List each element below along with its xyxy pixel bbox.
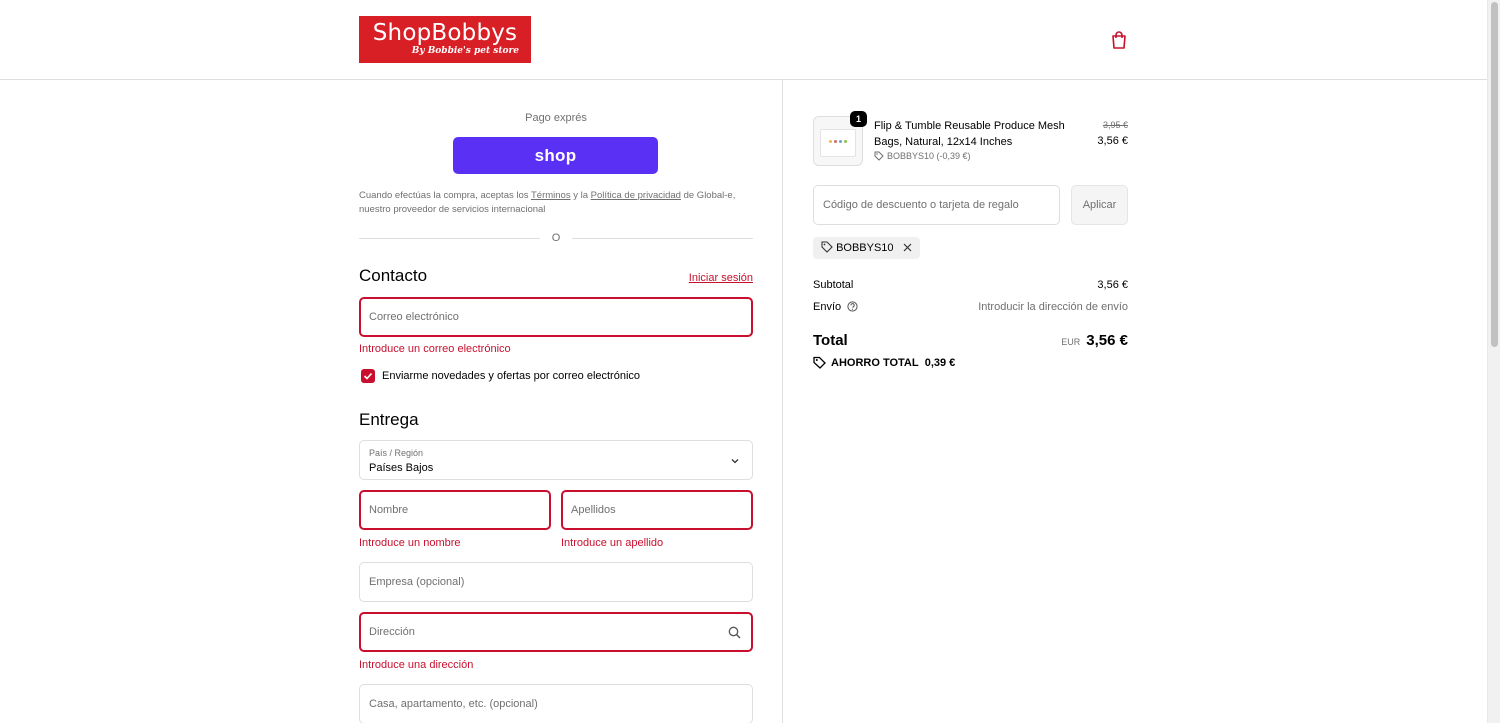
subtotal-label: Subtotal (813, 279, 854, 291)
logo-text: ShopBobbys (372, 20, 518, 46)
login-link[interactable]: Iniciar sesión (689, 272, 753, 284)
scrollbar[interactable] (1487, 0, 1500, 723)
last-name-field[interactable]: Apellidos (561, 490, 753, 530)
scrollbar-thumb[interactable] (1491, 2, 1498, 347)
header: ShopBobbys By Bobbie's pet store (0, 0, 1487, 80)
apartment-field[interactable]: Casa, apartamento, etc. (opcional) (359, 684, 753, 723)
tag-icon (874, 151, 884, 161)
contact-title: Contacto (359, 266, 428, 285)
express-checkout-label: Pago exprés (525, 112, 587, 124)
product-image (820, 129, 856, 157)
discount-code-input[interactable]: Código de descuento o tarjeta de regalo (813, 185, 1060, 225)
email-error: Introduce un correo electrónico (359, 343, 511, 355)
product-name: Flip & Tumble Reusable Produce Mesh Bags… (874, 120, 1065, 148)
email-field[interactable]: Correo electrónico (359, 297, 753, 337)
address-field[interactable]: Dirección (359, 612, 753, 652)
privacy-link[interactable]: Política de privacidad (591, 190, 681, 201)
delivery-title: Entrega (359, 410, 419, 429)
shopping-bag-icon[interactable] (1110, 30, 1128, 50)
first-name-field[interactable]: Nombre (359, 490, 551, 530)
currency-code: EUR (1061, 337, 1081, 347)
company-field[interactable]: Empresa (opcional) (359, 562, 753, 602)
subtotal-value: 3,56 € (1097, 279, 1128, 291)
original-price: 3,95 € (1102, 120, 1128, 130)
discounted-price: 3,56 € (1097, 135, 1128, 147)
shipping-label: Envío (813, 301, 858, 313)
product-discount: BOBBYS10 (-0,39 €) (874, 151, 971, 161)
address-error: Introduce una dirección (359, 659, 474, 671)
product-thumbnail: 1 (813, 111, 867, 166)
apply-button[interactable]: Aplicar (1071, 185, 1128, 225)
search-icon (728, 626, 741, 639)
newsletter-label: Enviarme novedades y ofertas por correo … (382, 370, 641, 382)
country-value: Países Bajos (369, 462, 434, 474)
total-label: Total (813, 332, 848, 349)
tag-icon (813, 356, 826, 369)
help-icon[interactable] (847, 301, 858, 312)
shop-pay-button[interactable]: shop (453, 137, 658, 174)
shipping-value: Introducir la dirección de envío (978, 301, 1128, 313)
remove-discount-icon[interactable] (903, 243, 912, 252)
or-divider: O (359, 231, 753, 245)
country-label: País / Región (369, 448, 424, 458)
total-savings: AHORRO TOTAL 0,39 € (813, 356, 955, 369)
terms-text: Cuando efectúas la compra, aceptas los T… (359, 190, 736, 215)
applied-discount-chip: BOBBYS10 (813, 237, 920, 259)
last-name-error: Introduce un apellido (561, 537, 664, 549)
store-logo[interactable]: ShopBobbys By Bobbie's pet store (359, 16, 531, 63)
tag-icon (821, 241, 833, 253)
chevron-down-icon (731, 459, 739, 464)
newsletter-checkbox[interactable] (361, 369, 375, 383)
quantity-badge: 1 (850, 111, 867, 127)
terms-link[interactable]: Términos (531, 190, 571, 201)
first-name-error: Introduce un nombre (359, 537, 461, 549)
country-select[interactable]: País / Región Países Bajos (359, 440, 753, 480)
total-value: EUR 3,56 € (1061, 332, 1128, 349)
logo-subtext: By Bobbie's pet store (411, 46, 519, 56)
column-divider (782, 80, 783, 723)
